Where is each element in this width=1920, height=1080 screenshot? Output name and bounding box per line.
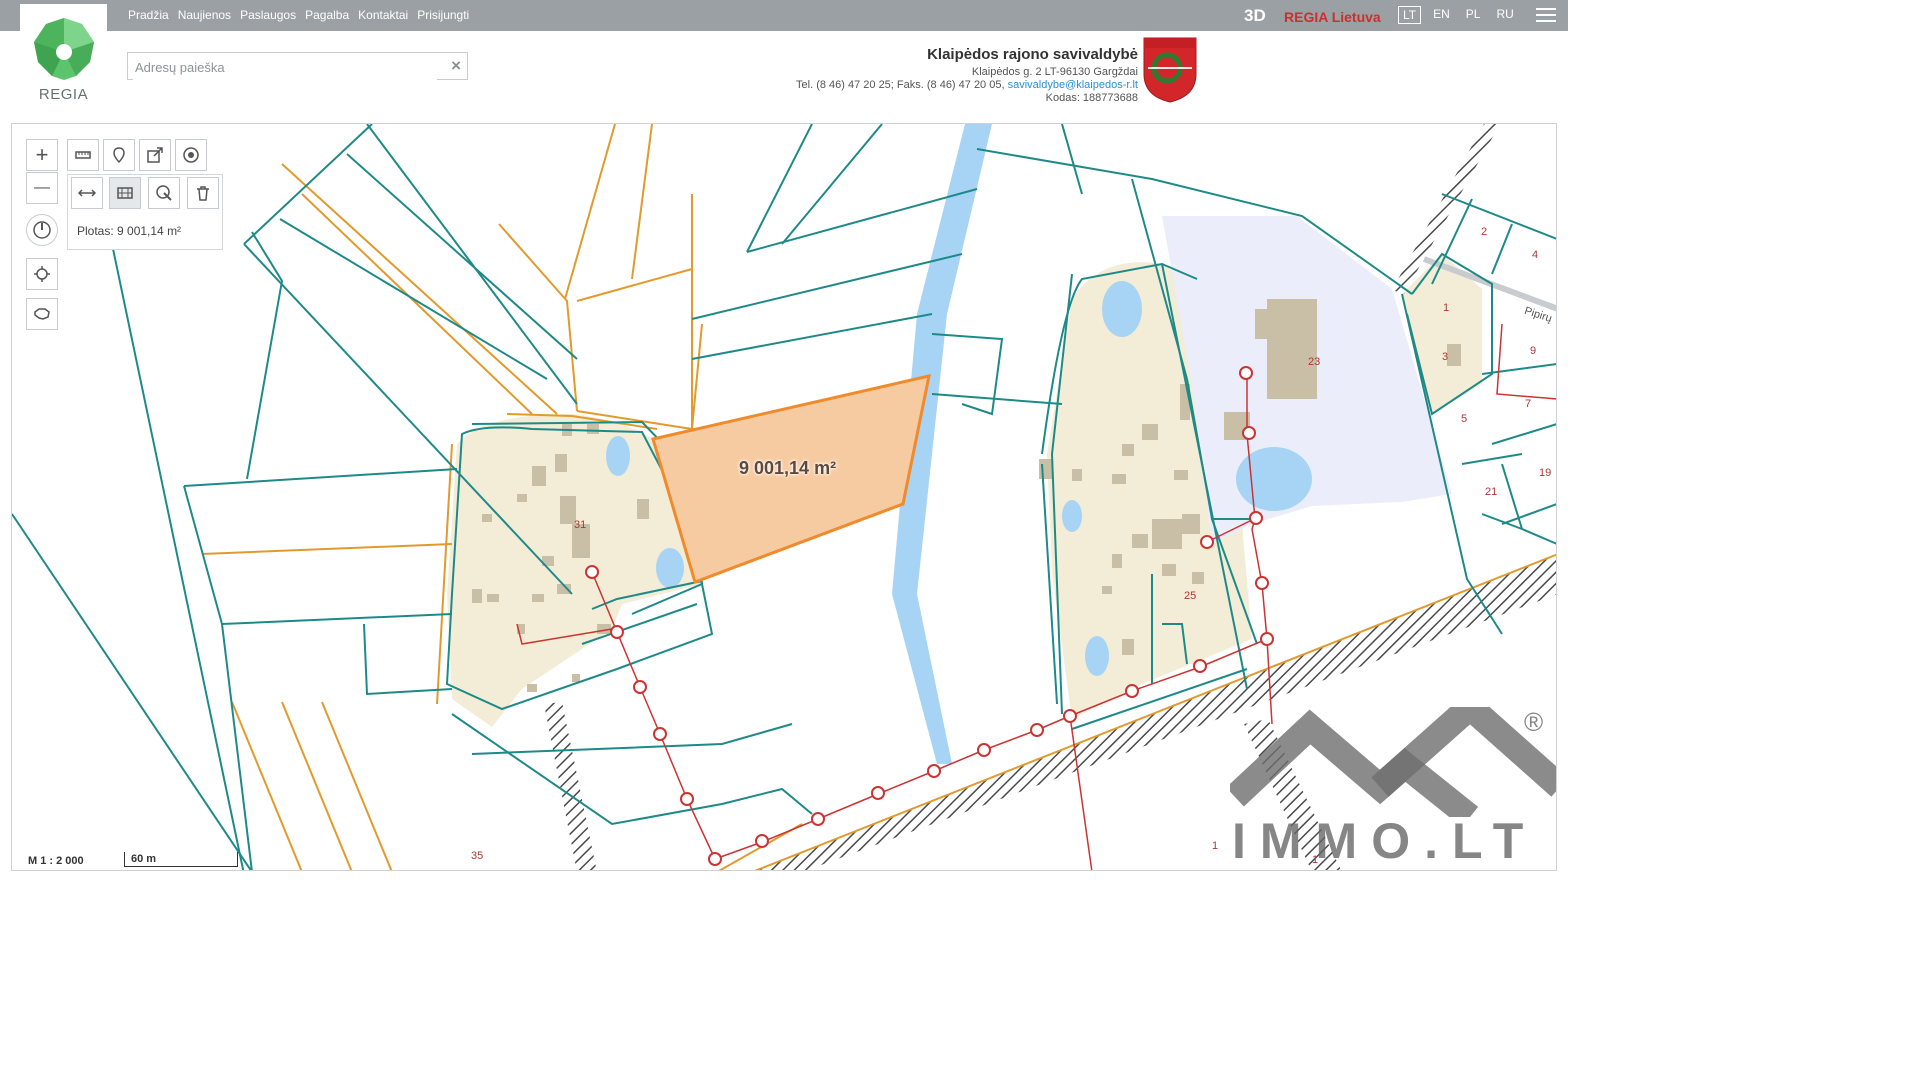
parcel-number: 35 — [471, 850, 484, 862]
parcel-number: 1 — [1212, 840, 1219, 852]
measure-area-icon[interactable] — [109, 177, 141, 209]
municipality-code: Kodas: 188773688 — [1045, 92, 1138, 104]
parcel-number: 9 — [1530, 345, 1537, 357]
nav-login[interactable]: Prisijungti — [417, 8, 469, 22]
menu-icon[interactable] — [1536, 8, 1556, 24]
top-bar: Pradžia Naujienos Paslaugos Pagalba Kont… — [0, 0, 1568, 31]
zoom-in-button[interactable]: + — [26, 139, 58, 171]
scale-bar-label: 60 m — [131, 853, 157, 865]
target-icon[interactable] — [175, 139, 207, 171]
map-canvas[interactable]: 9 001,14 m² 31 23 25 35 1 2 4 1 3 9 5 7 … — [11, 123, 1557, 871]
municipality-name: Klaipėdos rajono savivaldybė — [927, 46, 1138, 63]
municipality-address: Klaipėdos g. 2 LT-96130 Gargždai — [971, 66, 1138, 78]
lang-ru[interactable]: RU — [1492, 6, 1517, 24]
select-area-icon[interactable] — [148, 177, 180, 209]
main-nav: Pradžia Naujienos Paslaugos Pagalba Kont… — [128, 8, 469, 22]
share-icon[interactable] — [139, 139, 171, 171]
parcel-number: 3 — [1442, 351, 1449, 363]
parcel-number: 23 — [1308, 356, 1321, 368]
email-link[interactable]: savivaldybe@klaipedos-r.lt — [1008, 79, 1138, 91]
scale-bar: 60 m — [124, 852, 238, 867]
language-switcher: LT EN PL RU — [1398, 6, 1518, 24]
locate-icon[interactable] — [26, 258, 58, 290]
address-search: × — [127, 52, 468, 80]
zoom-out-button[interactable]: — — [26, 172, 58, 204]
nav-services[interactable]: Paslaugos — [240, 8, 296, 22]
clear-icon[interactable]: × — [451, 56, 461, 76]
watermark-registered: ® — [1524, 707, 1544, 737]
parcel-number: 19 — [1539, 467, 1552, 479]
pin-icon[interactable] — [103, 139, 135, 171]
mode-3d-button[interactable]: 3D — [1244, 6, 1266, 26]
nav-contacts[interactable]: Kontaktai — [358, 8, 408, 22]
municipality-info: Klaipėdos rajono savivaldybė Klaipėdos g… — [796, 46, 1138, 105]
nav-help[interactable]: Pagalba — [305, 8, 349, 22]
parcel-number: 21 — [1485, 486, 1498, 498]
lithuania-map-icon[interactable] — [26, 298, 58, 330]
parcel-number: 2 — [1481, 226, 1488, 238]
brand-link[interactable]: REGIA Lietuva — [1284, 9, 1381, 25]
logo[interactable]: REGIA — [20, 4, 107, 114]
parcel-number: 25 — [1184, 590, 1197, 602]
measure-line-icon[interactable] — [71, 177, 103, 209]
immo-logo-icon — [1230, 707, 1556, 817]
parcel-number: 5 — [1461, 413, 1468, 425]
parcel-number: 4 — [1532, 249, 1539, 261]
lang-lt[interactable]: LT — [1398, 6, 1422, 24]
watermark-text: IMMO.LT — [1232, 813, 1538, 869]
parcel-number: 7 — [1525, 398, 1532, 410]
nav-home[interactable]: Pradžia — [128, 8, 169, 22]
municipality-crest-icon — [1143, 37, 1197, 103]
parcel-number: 31 — [574, 519, 587, 531]
measure-result: Plotas: 9 001,14 m² — [77, 224, 182, 238]
parcel-number: 1 — [1443, 302, 1450, 314]
selected-area-label: 9 001,14 m² — [739, 458, 837, 478]
regia-logo-icon — [34, 18, 94, 80]
nav-news[interactable]: Naujienos — [178, 8, 231, 22]
lang-pl[interactable]: PL — [1462, 6, 1485, 24]
search-input[interactable] — [133, 54, 437, 80]
measure-distance-icon[interactable] — [67, 139, 99, 171]
compass-icon[interactable] — [26, 214, 58, 246]
trash-icon[interactable] — [187, 177, 219, 209]
lang-en[interactable]: EN — [1429, 6, 1454, 24]
municipality-contact: Tel. (8 46) 47 20 25; Faks. (8 46) 47 20… — [796, 79, 1138, 91]
scale-label: M 1 : 2 000 — [28, 855, 84, 867]
logo-text: REGIA — [38, 86, 89, 103]
